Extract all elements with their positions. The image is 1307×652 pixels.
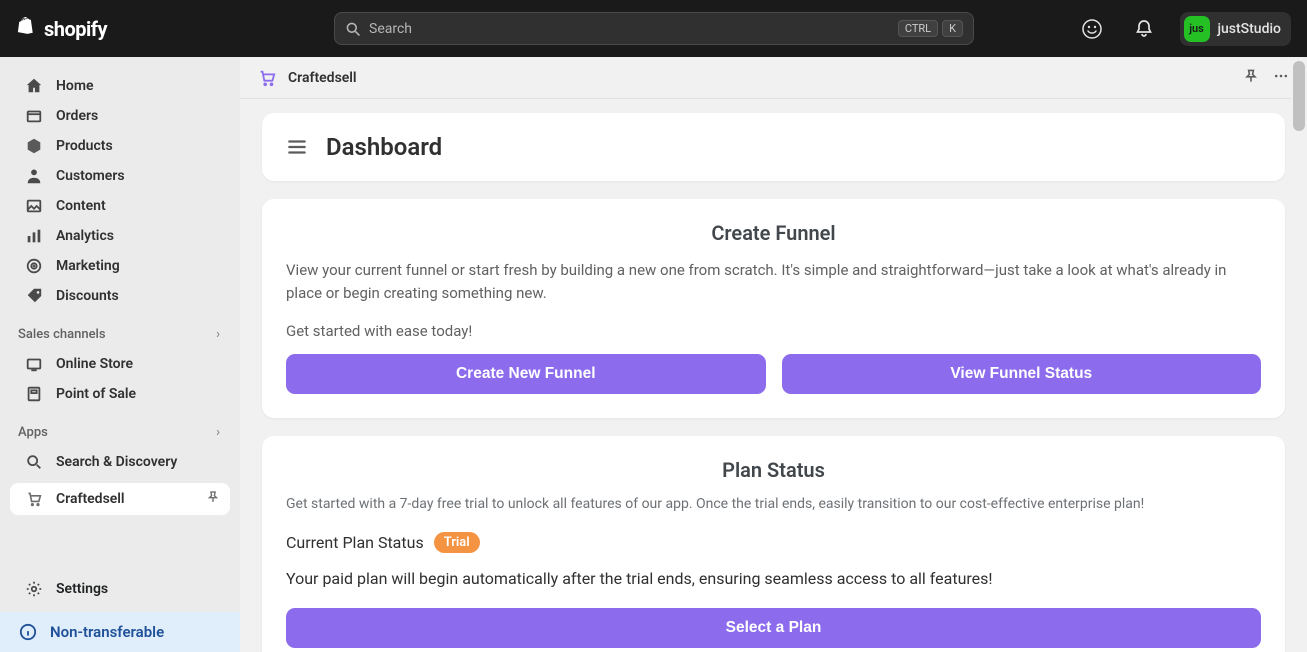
customers-icon: [24, 167, 44, 185]
view-funnel-button[interactable]: View Funnel Status: [782, 354, 1262, 394]
sidebar-item-settings[interactable]: Settings: [6, 572, 234, 606]
content-scroll[interactable]: Dashboard Create Funnel View your curren…: [240, 99, 1307, 652]
content-icon: [24, 197, 44, 215]
shopify-bag-icon: [16, 17, 38, 41]
create-funnel-card: Create Funnel View your current funnel o…: [262, 199, 1285, 418]
funnel-desc: View your current funnel or start fresh …: [286, 259, 1261, 304]
sidebar-item-home[interactable]: Home: [6, 72, 234, 100]
plan-note: Your paid plan will begin automatically …: [286, 569, 1261, 588]
page-title: Dashboard: [326, 133, 442, 161]
trial-badge: Trial: [434, 532, 480, 553]
orders-icon: [24, 107, 44, 125]
scrollbar-thumb[interactable]: [1293, 61, 1305, 131]
pos-icon: [24, 385, 44, 403]
sidebar-item-orders[interactable]: Orders: [6, 102, 234, 130]
more-icon[interactable]: [1273, 68, 1289, 88]
partner-icon[interactable]: [1076, 13, 1108, 45]
select-plan-button[interactable]: Select a Plan: [286, 608, 1261, 648]
store-icon: [24, 355, 44, 373]
chevron-right-icon: ›: [216, 327, 220, 342]
create-funnel-button[interactable]: Create New Funnel: [286, 354, 766, 394]
sidebar-item-products[interactable]: Products: [6, 132, 234, 160]
sidebar: Home Orders Products Customers Content A…: [0, 57, 240, 652]
plan-status-card: Plan Status Get started with a 7-day fre…: [262, 436, 1285, 652]
gear-icon: [24, 580, 44, 598]
analytics-icon: [24, 227, 44, 245]
sidebar-item-discounts[interactable]: Discounts: [6, 282, 234, 310]
plan-title: Plan Status: [286, 458, 1261, 482]
sales-channels-header[interactable]: Sales channels ›: [6, 321, 234, 348]
avatar: jus: [1184, 16, 1210, 42]
dashboard-header: Dashboard: [262, 113, 1285, 181]
menu-icon[interactable]: [286, 136, 308, 158]
home-icon: [24, 77, 44, 95]
app-header: Craftedsell: [240, 57, 1307, 99]
sidebar-item-customers[interactable]: Customers: [6, 162, 234, 190]
non-transferable-alert[interactable]: Non-transferable: [0, 612, 240, 652]
sidebar-item-content[interactable]: Content: [6, 192, 234, 220]
pin-icon[interactable]: [206, 490, 220, 508]
discounts-icon: [24, 287, 44, 305]
scrollbar[interactable]: [1291, 57, 1307, 652]
sidebar-item-marketing[interactable]: Marketing: [6, 252, 234, 280]
search-discovery-icon: [24, 453, 44, 471]
search-input[interactable]: Search CTRL K: [334, 12, 974, 45]
apps-header[interactable]: Apps ›: [6, 419, 234, 446]
notifications-icon[interactable]: [1128, 13, 1160, 45]
funnel-sub: Get started with ease today!: [286, 322, 1261, 340]
pin-icon[interactable]: [1243, 68, 1259, 88]
products-icon: [24, 137, 44, 155]
cart-icon: [258, 69, 276, 87]
plan-desc: Get started with a 7-day free trial to u…: [286, 496, 1261, 512]
plan-status-label: Current Plan Status: [286, 533, 424, 552]
info-icon: [18, 623, 38, 641]
topbar: shopify Search CTRL K jus justStudio: [0, 0, 1307, 57]
search-shortcut: CTRL K: [898, 20, 963, 37]
main: Craftedsell Dashboard Create Funnel View…: [240, 57, 1307, 652]
marketing-icon: [24, 257, 44, 275]
brand-text: shopify: [44, 17, 107, 41]
sidebar-item-analytics[interactable]: Analytics: [6, 222, 234, 250]
shopify-logo[interactable]: shopify: [16, 17, 334, 41]
chevron-right-icon: ›: [216, 425, 220, 440]
sidebar-channel-online-store[interactable]: Online Store: [6, 350, 234, 378]
search-placeholder: Search: [369, 21, 412, 37]
funnel-title: Create Funnel: [286, 221, 1261, 245]
sidebar-channel-pos[interactable]: Point of Sale: [6, 380, 234, 408]
plan-status-row: Current Plan Status Trial: [286, 532, 1261, 553]
user-menu[interactable]: jus justStudio: [1180, 12, 1292, 46]
sidebar-app-search-discovery[interactable]: Search & Discovery: [6, 448, 234, 476]
cart-icon: [24, 491, 44, 507]
search-icon: [345, 21, 361, 37]
app-name: Craftedsell: [288, 70, 357, 86]
user-name: justStudio: [1218, 21, 1282, 37]
sidebar-app-craftedsell[interactable]: Craftedsell: [10, 483, 230, 515]
